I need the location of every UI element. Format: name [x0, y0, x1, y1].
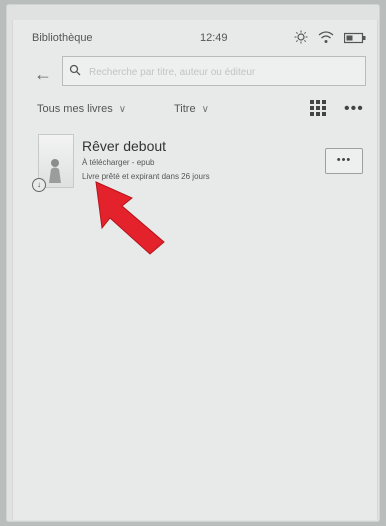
- library-label: Bibliothèque: [32, 32, 93, 44]
- chevron-down-icon: ∨: [201, 104, 209, 115]
- clock: 12:49: [200, 32, 228, 44]
- search-box[interactable]: [62, 56, 366, 86]
- book-title[interactable]: Rêver debout: [82, 138, 166, 154]
- brightness-icon[interactable]: [294, 30, 308, 49]
- chevron-down-icon: ∨: [118, 104, 127, 115]
- red-arrow-annotation: [95, 181, 165, 255]
- search-input[interactable]: [87, 60, 361, 84]
- grid-view-icon[interactable]: [310, 100, 326, 116]
- ereader-screen: [12, 20, 378, 520]
- status-icons: [294, 30, 366, 49]
- sort-dropdown[interactable]: Titre ∨: [174, 103, 209, 115]
- download-icon: ↓: [32, 178, 46, 192]
- status-bar: Bibliothèque 12:49: [12, 28, 370, 48]
- collection-dropdown[interactable]: Tous mes livres ∨: [37, 103, 126, 115]
- search-icon: [69, 63, 81, 79]
- book-download-format: À télécharger - epub: [82, 158, 155, 167]
- search-row: ←: [26, 56, 366, 94]
- list-item[interactable]: ↓ Rêver debout À télécharger - epub Livr…: [26, 134, 366, 204]
- collection-label: Tous mes livres: [37, 103, 113, 115]
- wifi-icon[interactable]: [318, 30, 334, 49]
- more-options-button[interactable]: •••: [344, 100, 364, 118]
- sort-label: Titre: [174, 103, 196, 115]
- back-arrow-icon[interactable]: ←: [34, 64, 52, 85]
- cover-illustration: [49, 159, 61, 183]
- item-more-button[interactable]: •••: [325, 148, 363, 174]
- filter-row: Tous mes livres ∨ Titre ∨ •••: [26, 100, 366, 120]
- battery-icon: [343, 31, 366, 49]
